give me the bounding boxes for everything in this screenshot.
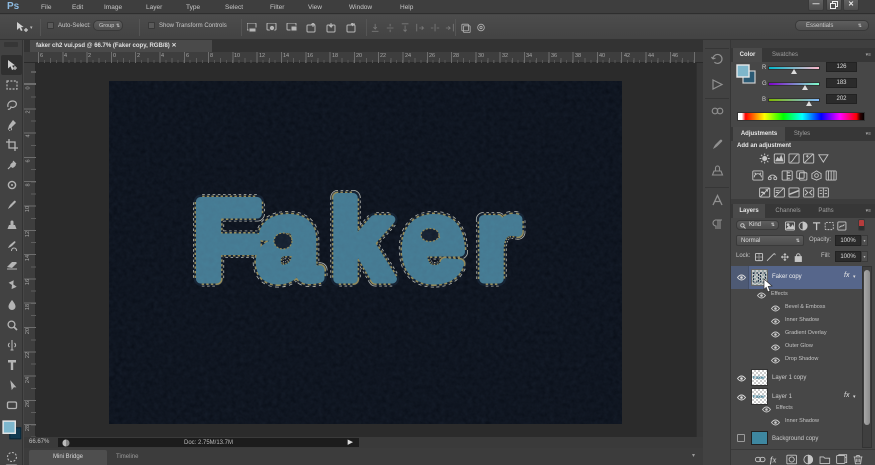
svg-text:fx: fx	[770, 456, 777, 465]
